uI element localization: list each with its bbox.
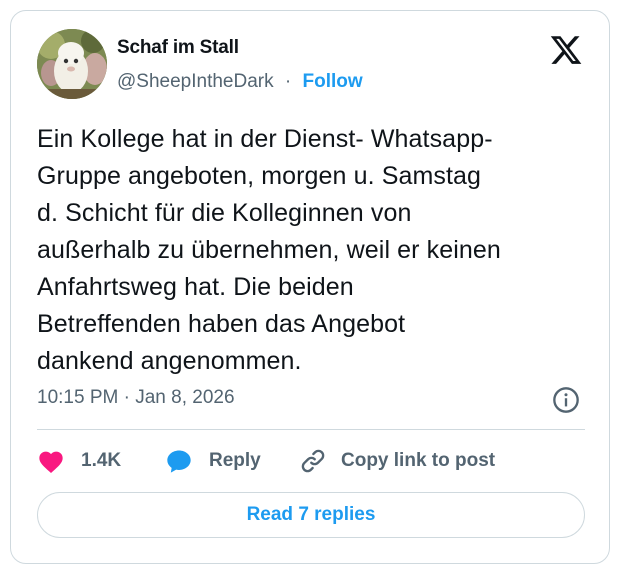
follow-button[interactable]: Follow <box>303 71 363 92</box>
tweet-card: Schaf im Stall @SheepIntheDark · Follow … <box>10 10 610 564</box>
reply-bubble-icon <box>167 450 191 473</box>
divider <box>37 429 585 430</box>
sheep-avatar-icon <box>37 29 107 99</box>
copy-link-label: Copy link to post <box>341 450 496 471</box>
reply-label: Reply <box>209 450 261 471</box>
link-icon <box>301 449 325 473</box>
author-avatar[interactable] <box>37 29 107 99</box>
tweet-text-line: Betreffenden haben das Angebot <box>37 310 406 338</box>
author-handle-row: @SheepIntheDark · Follow <box>117 71 363 93</box>
read-replies-button[interactable]: Read 7 replies <box>37 492 585 538</box>
read-replies-label: Read 7 replies <box>246 504 376 525</box>
like-count: 1.4K <box>81 450 122 471</box>
tweet-text-line: Ein Kollege hat in der Dienst- Whatsapp- <box>37 125 493 153</box>
copy-link-button[interactable]: Copy link to post <box>299 445 495 477</box>
heart-icon <box>39 451 63 474</box>
tweet-text: Ein Kollege hat in der Dienst- Whatsapp-… <box>37 121 597 380</box>
reply-button[interactable]: Reply <box>165 445 261 477</box>
author-name[interactable]: Schaf im Stall <box>117 37 239 59</box>
tweet-text-line: Anfahrtsweg hat. Die beiden <box>37 273 354 301</box>
info-icon[interactable] <box>552 386 580 414</box>
tweet-text-line: Gruppe angeboten, morgen u. Samstag <box>37 162 482 190</box>
tweet-timestamp[interactable]: 10:15 PM · Jan 8, 2026 <box>37 387 235 409</box>
author-handle[interactable]: @SheepIntheDark <box>117 71 274 92</box>
x-logo-icon[interactable] <box>549 33 583 67</box>
tweet-text-line: dankend angenommen. <box>37 347 302 375</box>
tweet-text-line: d. Schicht für die Kolleginnen von <box>37 199 412 227</box>
tweet-text-line: außerhalb zu übernehmen, weil er keinen <box>37 236 501 264</box>
like-button[interactable]: 1.4K <box>37 445 121 477</box>
handle-separator: · <box>284 71 292 92</box>
